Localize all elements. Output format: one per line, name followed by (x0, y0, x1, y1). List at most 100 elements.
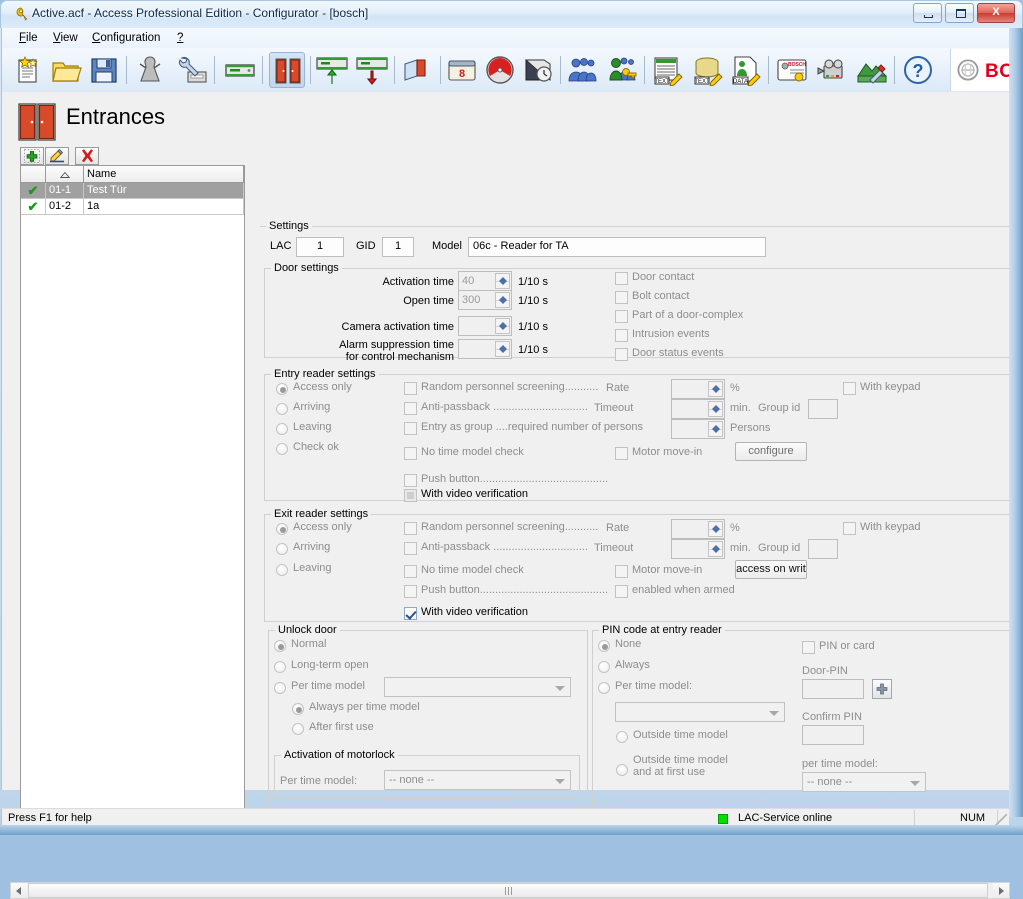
pin-per-time-model-sub-label: per time model: (802, 758, 878, 770)
toolbar-button-person-groups[interactable] (565, 52, 601, 88)
toolbar-separator (394, 56, 395, 84)
model-input[interactable]: 06c - Reader for TA (468, 237, 766, 257)
toolbar-button-map-tools[interactable] (854, 52, 890, 88)
alarm-suppression-time-spinner[interactable] (458, 339, 512, 359)
spinner-buttons[interactable] (495, 292, 510, 308)
entrances-list[interactable]: Name ✔ 01-1 Test Tür ✔ 01-2 1a (20, 165, 245, 809)
column-header-active[interactable] (21, 166, 46, 183)
horizontal-scrollbar[interactable] (10, 882, 1010, 899)
spinner-buttons[interactable] (495, 318, 510, 334)
pin-none-label: None (615, 638, 642, 650)
entry-configure-button[interactable]: configure (735, 442, 807, 461)
pin-always-label: Always (615, 659, 650, 671)
minimize-button[interactable] (913, 3, 942, 23)
exit-reader-legend: Exit reader settings (274, 508, 369, 520)
toolbar-button-text-report[interactable]: TEXT (650, 52, 686, 88)
menu-item-file[interactable]: File (14, 31, 43, 46)
toolbar-button-device-config[interactable] (174, 52, 210, 88)
chevron-down-icon (555, 686, 565, 691)
entry-random-screening-label: Random personnel screening........... (421, 381, 599, 393)
toolbar-button-new[interactable] (10, 52, 46, 88)
scrollbar-thumb[interactable] (28, 883, 988, 898)
scroll-right-button[interactable] (993, 883, 1009, 898)
add-entrance-button[interactable] (20, 147, 44, 165)
unlock-time-model-combo[interactable] (384, 677, 571, 697)
service-status-led (718, 814, 728, 824)
door-pin-label: Door-PIN (802, 665, 848, 677)
menu-bar: File View Configuration ? (1, 28, 1022, 48)
exit-group-id-input[interactable] (808, 539, 838, 559)
toolbar-button-save[interactable] (86, 52, 122, 88)
menu-item-configuration[interactable]: Configuration (87, 31, 165, 46)
exit-rate-spinner[interactable] (671, 519, 725, 539)
pin-per-time-model-combo[interactable]: -- none -- (802, 772, 926, 792)
scrollbar-grip (505, 887, 512, 895)
toolbar-separator (310, 56, 311, 84)
entry-reader-icon (316, 57, 348, 84)
gid-label: GID (356, 240, 376, 252)
table-row[interactable]: ✔ 01-1 Test Tür (21, 183, 244, 199)
gid-input[interactable]: 1 (382, 237, 414, 257)
row-active-check: ✔ (21, 183, 46, 199)
menu-item-help[interactable]: ? (172, 31, 188, 46)
spinner-buttons[interactable] (495, 273, 510, 289)
delete-entrance-button[interactable] (75, 147, 99, 165)
toolbar-button-help[interactable]: ? (900, 52, 936, 88)
open-time-spinner[interactable]: 300 (458, 290, 512, 310)
toolbar-separator (440, 56, 441, 84)
spinner-buttons[interactable] (708, 541, 723, 557)
toolbar-button-areas[interactable] (400, 52, 436, 88)
entry-persons-unit: Persons (730, 422, 771, 434)
toolbar-button-personnel[interactable] (132, 52, 168, 88)
toolbar-button-video[interactable] (814, 52, 850, 88)
toolbar-button-calendar[interactable]: 8 (444, 52, 480, 88)
alarm-suppression-time-unit: 1/10 s (518, 344, 548, 356)
spinner-buttons[interactable] (708, 421, 723, 437)
confirm-pin-input[interactable] (802, 725, 864, 745)
maximize-icon (956, 9, 966, 18)
pin-outside-time-model-label: Outside time model (633, 729, 728, 741)
spinner-buttons[interactable] (708, 521, 723, 537)
exit-timeout-spinner[interactable] (671, 539, 725, 559)
spinner-buttons[interactable] (495, 341, 510, 357)
entry-group-id-input[interactable] (808, 399, 838, 419)
exit-access-on-write-button[interactable]: access on writ (735, 560, 807, 579)
toolbar-button-data-report[interactable]: DATA (728, 52, 764, 88)
entry-timeout-spinner[interactable] (671, 399, 725, 419)
toolbar-button-card-design[interactable]: BOSCH (774, 52, 810, 88)
exit-timeout-label: Timeout (594, 542, 634, 554)
camera-activation-time-spinner[interactable] (458, 316, 512, 336)
lac-input[interactable]: 1 (296, 237, 344, 257)
edit-entrance-button[interactable] (45, 147, 69, 165)
toolbar-button-authorizations[interactable] (604, 52, 640, 88)
toolbar-button-entry-reader[interactable] (314, 52, 350, 88)
intrusion-events-label: Intrusion events (632, 328, 710, 340)
entrances-icon (275, 58, 301, 84)
toolbar-button-controller[interactable] (222, 52, 258, 88)
spinner-buttons[interactable] (708, 381, 723, 397)
motorlock-time-model-combo[interactable]: -- none -- (384, 770, 571, 790)
toolbar-button-database[interactable]: TEXT (690, 52, 726, 88)
entry-anti-passback-label: Anti-passback ..........................… (421, 401, 588, 413)
scroll-left-button[interactable] (11, 883, 27, 898)
menu-item-view[interactable]: View (48, 31, 83, 46)
toolbar-button-time-models[interactable] (482, 52, 518, 88)
door-pin-input[interactable] (802, 679, 864, 699)
close-button[interactable]: X (977, 3, 1015, 23)
pin-time-model-combo[interactable] (615, 702, 785, 722)
entry-persons-spinner[interactable] (671, 419, 725, 439)
entry-rate-spinner[interactable] (671, 379, 725, 399)
new-document-icon (18, 56, 38, 83)
add-pin-button[interactable] (872, 679, 892, 699)
activation-time-spinner[interactable]: 40 (458, 271, 512, 291)
column-header-name[interactable]: Name (84, 166, 244, 183)
toolbar-button-open[interactable] (48, 52, 84, 88)
maximize-button[interactable] (945, 3, 974, 23)
column-header-id[interactable] (46, 166, 84, 183)
table-row[interactable]: ✔ 01-2 1a (21, 199, 244, 215)
spinner-buttons[interactable] (708, 401, 723, 417)
toolbar-button-entrances[interactable] (269, 52, 305, 88)
entry-motor-move-in-label: Motor move-in (632, 446, 703, 458)
toolbar-button-day-models[interactable] (520, 52, 556, 88)
toolbar-button-exit-reader[interactable] (354, 52, 390, 88)
